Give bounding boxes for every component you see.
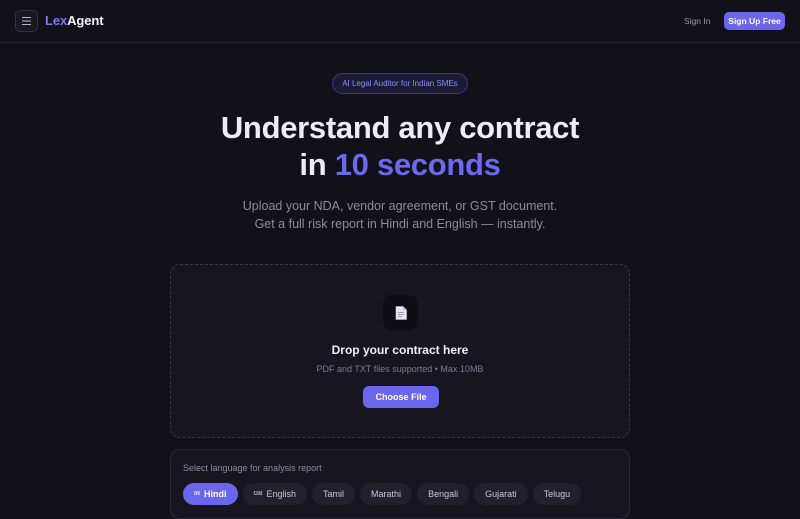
sign-in-link[interactable]: Sign In <box>684 16 710 26</box>
language-option-label: Bengali <box>428 489 459 499</box>
language-option-label: Marathi <box>371 489 402 499</box>
language-option-label: Gujarati <box>485 489 517 499</box>
language-option-label: Tamil <box>323 489 345 499</box>
headline-accent: 10 seconds <box>334 147 501 182</box>
logo-text-lex: Lex <box>45 13 68 28</box>
hero-badge: AI Legal Auditor for Indian SMEs <box>332 73 468 94</box>
subtitle-line-1: Upload your NDA, vendor agreement, or GS… <box>242 199 558 213</box>
upload-dropzone[interactable]: Drop your contract here PDF and TXT file… <box>170 264 630 438</box>
logo-text-agent: Agent <box>67 13 104 28</box>
dropzone-hint: PDF and TXT files supported • Max 10MB <box>316 364 484 374</box>
menu-button[interactable] <box>15 10 38 32</box>
top-navbar: LexAgent Sign In Sign Up Free <box>0 0 800 43</box>
hamburger-icon <box>22 17 31 25</box>
file-icon-container <box>383 295 418 330</box>
language-option-label: Hindi <box>204 489 227 499</box>
language-option-label: Telugu <box>543 489 571 499</box>
dropzone-title: Drop your contract here <box>331 343 469 357</box>
headline-line-1: Understand any contract <box>220 110 580 145</box>
language-option-bengali[interactable]: Bengali <box>417 483 470 505</box>
language-options: IN Hindi GB English Tamil Marathi Bengali … <box>183 483 582 505</box>
subtitle-line-2: Get a full risk report in Hindi and Engl… <box>254 217 546 231</box>
language-option-gujarati[interactable]: Gujarati <box>474 483 528 505</box>
language-option-hindi[interactable]: IN Hindi <box>183 483 238 505</box>
language-selector-panel: Select language for analysis report IN Hi… <box>170 449 630 519</box>
language-option-telugu[interactable]: Telugu <box>532 483 582 505</box>
brand-logo[interactable]: LexAgent <box>45 13 104 28</box>
language-option-tamil[interactable]: Tamil <box>312 483 356 505</box>
uk-flag-icon: GB <box>253 491 263 497</box>
sign-up-button[interactable]: Sign Up Free <box>724 12 785 30</box>
document-icon <box>395 305 407 320</box>
headline-prefix: in <box>299 147 335 182</box>
choose-file-button[interactable]: Choose File <box>363 386 439 408</box>
india-flag-icon: IN <box>194 491 200 497</box>
language-option-label: English <box>266 489 297 499</box>
language-option-marathi[interactable]: Marathi <box>360 483 413 505</box>
language-option-english[interactable]: GB English <box>242 483 308 505</box>
language-label: Select language for analysis report <box>183 463 322 473</box>
headline-line-2: in 10 seconds <box>0 147 800 183</box>
